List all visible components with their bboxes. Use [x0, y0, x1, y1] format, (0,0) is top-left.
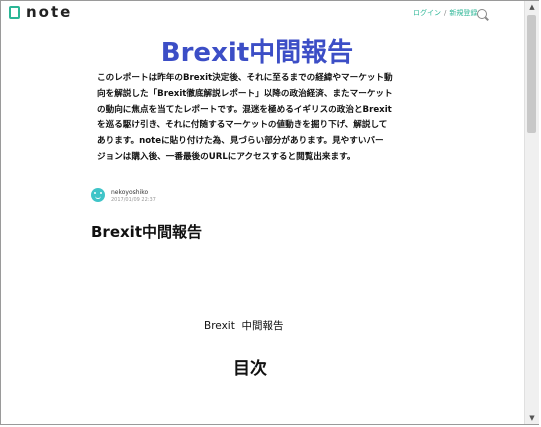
hero-line: あります。noteに貼り付けた為、見づらい部分があります。見やすいバー — [97, 136, 384, 147]
author-block: nekoyoshiko 2017/01/09 22:37 — [91, 188, 291, 208]
hero-description: このレポートは昨年のBrexit決定後、それに至るまでの経緯やマーケット動 向を… — [97, 71, 409, 166]
signup-link[interactable]: 新規登録 — [449, 9, 477, 17]
scroll-thumb[interactable] — [527, 15, 536, 133]
scroll-down-icon[interactable]: ▼ — [525, 412, 539, 424]
vertical-scrollbar[interactable]: ▲ ▼ — [524, 1, 539, 424]
post-date: 2017/01/09 22:37 — [111, 197, 156, 203]
article-title: Brexit中間報告 — [91, 223, 202, 241]
hero-line: 向を解説した「Brexit徹底解説レポート」以降の政治経済、またマーケット — [97, 88, 393, 99]
hero-line: このレポートは昨年のBrexit決定後、それに至るまでの経緯やマーケット動 — [97, 73, 393, 83]
search-icon[interactable] — [477, 9, 487, 19]
hero-line: を巡る駆け引き、それに付随するマーケットの値動きを掘り下げ、解説して — [97, 120, 388, 131]
hero-title: Brexit中間報告 — [160, 38, 354, 68]
avatar[interactable] — [91, 188, 105, 202]
hero-image: Brexit中間報告 このレポートは昨年のBrexit決定後、それに至るまでの経… — [97, 37, 409, 169]
login-link[interactable]: ログイン — [413, 9, 441, 17]
author-name[interactable]: nekoyoshiko — [111, 189, 148, 196]
site-logo[interactable]: note — [26, 3, 72, 21]
auth-links: ログイン / 新規登録 — [413, 8, 477, 18]
hero-line: の動向に焦点を当てたレポートです。混迷を極めるイギリスの政治とBrexit — [97, 104, 392, 115]
scroll-up-icon[interactable]: ▲ — [525, 1, 539, 13]
browser-window: note ログイン / 新規登録 Brexit中間報告 このレポートは昨年のBrex… — [0, 0, 539, 425]
auth-separator: / — [444, 9, 447, 17]
hero-line: ジョンは購入後、一番最後のURLにアクセスすると閲覧出来ます。 — [97, 151, 356, 162]
note-logo-icon[interactable] — [9, 6, 20, 19]
article-subheading: Brexit 中間報告 — [204, 320, 284, 332]
toc-heading: 目次 — [233, 359, 267, 379]
site-header: note ログイン / 新規登録 — [1, 1, 524, 29]
